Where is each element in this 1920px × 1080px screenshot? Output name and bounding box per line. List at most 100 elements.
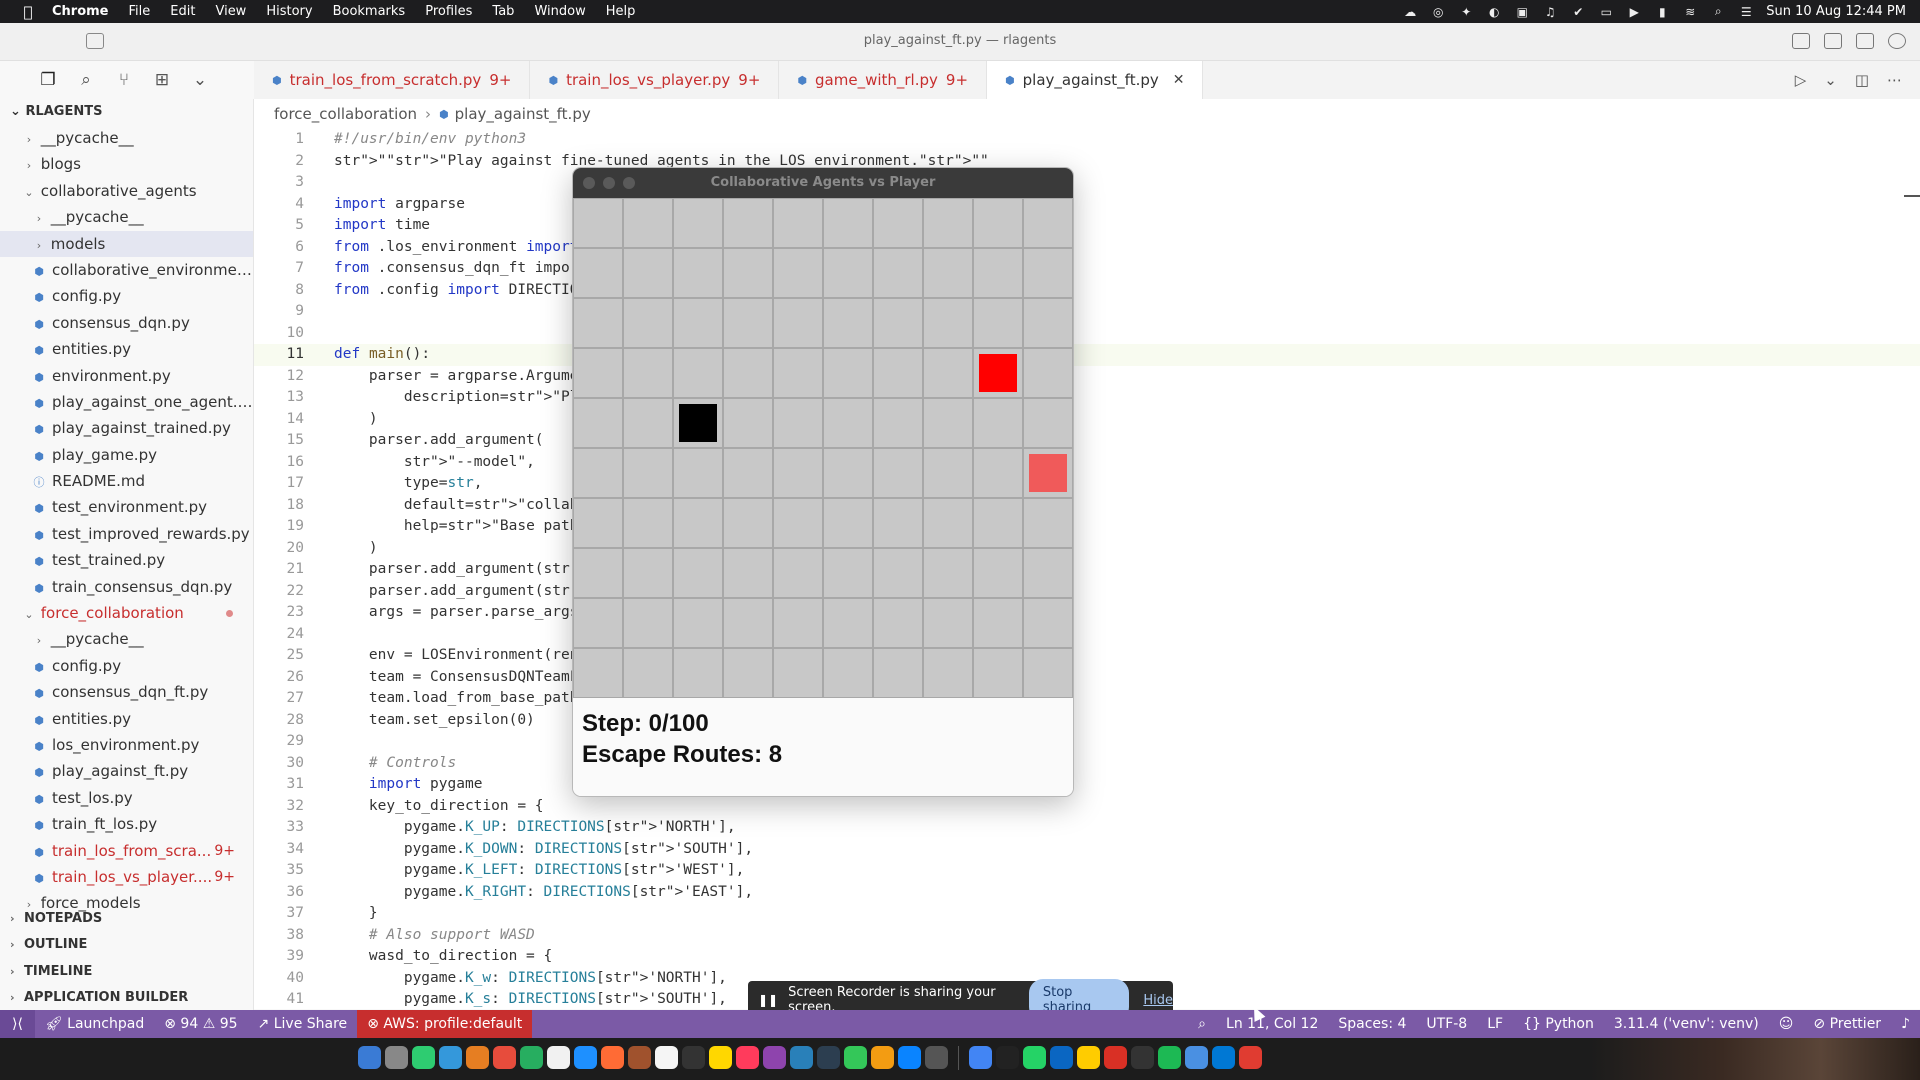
prettier-button[interactable]: ⊘ Prettier xyxy=(1803,1010,1891,1038)
notifications-bell-icon[interactable]: ♪ xyxy=(1891,1010,1920,1038)
grid-cell[interactable] xyxy=(1024,649,1072,697)
dock-app-icon[interactable] xyxy=(790,1046,813,1069)
code-line[interactable]: 27 team.load_from_base_path xyxy=(254,688,1920,710)
code-line[interactable]: 30 # Controls xyxy=(254,753,1920,775)
aws-profile-button[interactable]: ⊗ AWS: profile:default xyxy=(357,1010,533,1038)
grid-cell[interactable] xyxy=(724,499,772,547)
grid-cell[interactable] xyxy=(774,299,822,347)
toggle-secondary-sidebar-icon[interactable] xyxy=(1856,33,1874,49)
tree-file[interactable]: ⬢ play_against_trained.py xyxy=(0,415,253,441)
code-line[interactable]: 1 #!/usr/bin/env python3 xyxy=(254,129,1920,151)
grid-cell[interactable] xyxy=(974,449,1022,497)
grid-cell[interactable] xyxy=(624,449,672,497)
grid-cell[interactable] xyxy=(624,549,672,597)
code-line[interactable]: 12 parser = argparse.Argume xyxy=(254,366,1920,388)
grid-cell[interactable] xyxy=(574,199,622,247)
check-icon[interactable]: ✔ xyxy=(1570,5,1586,19)
grid-cell[interactable] xyxy=(574,349,622,397)
section-timeline[interactable]: › TIMELINE xyxy=(0,959,254,985)
game-title-bar[interactable]: Collaborative Agents vs Player xyxy=(573,168,1073,198)
tree-file[interactable]: ⬢ test_improved_rewards.py xyxy=(0,521,253,547)
grid-cell[interactable] xyxy=(624,199,672,247)
tree-file[interactable]: ⬢ test_environment.py xyxy=(0,494,253,520)
grid-cell[interactable] xyxy=(824,299,872,347)
grid-cell[interactable] xyxy=(624,599,672,647)
code-line[interactable]: 20 ) xyxy=(254,538,1920,560)
menu-profiles[interactable]: Profiles xyxy=(415,4,482,19)
dock-app-icon[interactable] xyxy=(925,1046,948,1069)
chevron-down-icon[interactable]: ⌄ xyxy=(190,70,210,90)
display-icon[interactable]: ▭ xyxy=(1598,5,1614,19)
play-icon[interactable]: ▶ xyxy=(1626,5,1642,19)
grid-cell[interactable] xyxy=(724,299,772,347)
grid-cell[interactable] xyxy=(674,249,722,297)
bucket-icon[interactable]: ▣ xyxy=(1514,5,1530,19)
grid-cell[interactable] xyxy=(724,249,772,297)
grid-cell[interactable] xyxy=(974,199,1022,247)
dock-app-icon[interactable] xyxy=(412,1046,435,1069)
tree-file[interactable]: ⬢ train_los_vs_player.... 9+ xyxy=(0,864,253,890)
grid-cell[interactable] xyxy=(774,199,822,247)
grid-cell[interactable] xyxy=(974,349,1022,397)
dock-app-icon[interactable] xyxy=(736,1046,759,1069)
problems-button[interactable]: ⊗ 94 ⚠ 95 xyxy=(154,1010,247,1038)
grid-cell[interactable] xyxy=(774,449,822,497)
grid-cell[interactable] xyxy=(1024,499,1072,547)
grid-cell[interactable] xyxy=(1024,199,1072,247)
menu-bookmarks[interactable]: Bookmarks xyxy=(323,4,416,19)
grid-cell[interactable] xyxy=(1024,599,1072,647)
code-line[interactable]: 16 str">"--model", xyxy=(254,452,1920,474)
code-line[interactable]: 29 xyxy=(254,731,1920,753)
dock-app-icon[interactable] xyxy=(628,1046,651,1069)
grid-cell[interactable] xyxy=(574,449,622,497)
code-line[interactable]: 22 parser.add_argument(str">"--r xyxy=(254,581,1920,603)
dock-app-icon[interactable] xyxy=(1050,1046,1073,1069)
dock-app-icon[interactable] xyxy=(385,1046,408,1069)
grid-cell[interactable] xyxy=(624,499,672,547)
grid-cell[interactable] xyxy=(574,249,622,297)
grid-cell[interactable] xyxy=(724,599,772,647)
grid-cell[interactable] xyxy=(874,299,922,347)
grid-cell[interactable] xyxy=(674,299,722,347)
code-line[interactable]: 3 xyxy=(254,172,1920,194)
code-line[interactable]: 15 parser.add_argument( xyxy=(254,430,1920,452)
dock-app-icon[interactable] xyxy=(844,1046,867,1069)
code-line[interactable]: 24 xyxy=(254,624,1920,646)
tree-folder[interactable]: › __pycache__ xyxy=(0,125,253,151)
dock-app-icon[interactable] xyxy=(1239,1046,1262,1069)
toggle-panel-icon[interactable] xyxy=(1824,33,1842,49)
grid-cell[interactable] xyxy=(824,499,872,547)
tree-file[interactable]: ⬢ test_los.py xyxy=(0,785,253,811)
grid-cell[interactable] xyxy=(874,499,922,547)
grid-cell[interactable] xyxy=(724,199,772,247)
source-control-icon[interactable]: ⑂ xyxy=(114,70,134,90)
live-share-button[interactable]: ↗ Live Share xyxy=(248,1010,358,1038)
dock-app-icon[interactable] xyxy=(547,1046,570,1069)
dock-app-icon[interactable] xyxy=(969,1046,992,1069)
grid-cell[interactable] xyxy=(974,599,1022,647)
control-center-icon[interactable]: ☰ xyxy=(1738,5,1754,19)
code-line[interactable]: 34 pygame.K_DOWN: DIRECTIONS[str">'SOUTH… xyxy=(254,839,1920,861)
end-of-line[interactable]: LF xyxy=(1477,1010,1513,1038)
grid-cell[interactable] xyxy=(774,349,822,397)
tree-file[interactable]: ⬢ entities.py xyxy=(0,706,253,732)
grid-cell[interactable] xyxy=(924,449,972,497)
tree-file[interactable]: ⬢ train_ft_los.py xyxy=(0,811,253,837)
extensions-icon[interactable]: ⊞ xyxy=(152,70,172,90)
section-application-builder[interactable]: › APPLICATION BUILDER xyxy=(0,985,254,1011)
grid-cell[interactable] xyxy=(574,299,622,347)
grid-cell[interactable] xyxy=(824,449,872,497)
tree-file[interactable]: ⬢ play_game.py xyxy=(0,442,253,468)
dock-app-icon[interactable] xyxy=(898,1046,921,1069)
menu-view[interactable]: View xyxy=(205,4,256,19)
headphones-icon[interactable]: ♫ xyxy=(1542,5,1558,19)
menu-history[interactable]: History xyxy=(256,4,322,19)
dock-app-icon[interactable] xyxy=(466,1046,489,1069)
dock-app-icon[interactable] xyxy=(996,1046,1019,1069)
code-editor[interactable]: 1 #!/usr/bin/env python3 2 str">""str">"Pla… xyxy=(254,129,1920,1009)
tree-file[interactable]: ⬢ environment.py xyxy=(0,363,253,389)
code-line[interactable]: 4 import argparse xyxy=(254,194,1920,216)
tree-file[interactable]: ⬢ los_environment.py xyxy=(0,732,253,758)
code-line[interactable]: 18 default=str">"collaborati xyxy=(254,495,1920,517)
tree-file[interactable]: ⬢ train_los_from_scra... 9+ xyxy=(0,838,253,864)
